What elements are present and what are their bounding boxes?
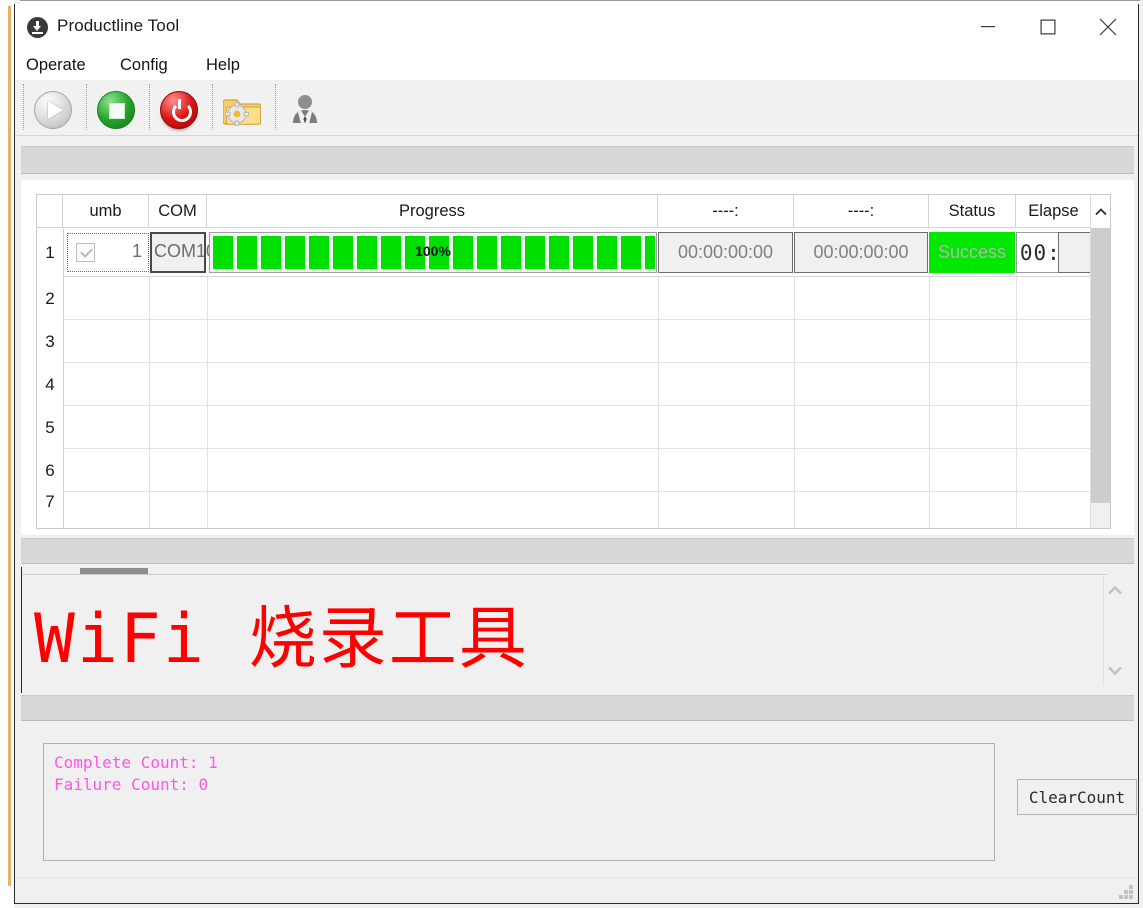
folder-gear-icon xyxy=(223,91,261,129)
close-button[interactable] xyxy=(1078,4,1138,50)
banner-panel: WiFi 烧录工具 xyxy=(21,567,1134,693)
menu-item-config[interactable]: Config xyxy=(115,54,173,77)
menu-item-help[interactable]: Help xyxy=(201,54,245,77)
row-1-com-cell[interactable]: COM10 xyxy=(150,232,206,273)
download-circle-icon xyxy=(27,17,48,38)
banner-hscroll-thumb[interactable] xyxy=(80,568,148,574)
column-header-com[interactable]: COM xyxy=(149,195,207,227)
maximize-button[interactable] xyxy=(1018,4,1078,50)
row-1-number-cell[interactable]: 1 xyxy=(67,233,149,272)
progress-percent-label: 100% xyxy=(210,243,656,259)
banner-text: WiFi 烧录工具 xyxy=(34,583,529,682)
stop-button[interactable] xyxy=(84,80,147,135)
table-row[interactable] xyxy=(63,320,1110,363)
column-header-progress[interactable]: Progress xyxy=(207,195,658,227)
clear-count-button[interactable]: ClearCount xyxy=(1017,779,1137,815)
column-header-number[interactable]: umb xyxy=(63,195,149,227)
grid-column-divider xyxy=(658,277,659,529)
row-1-number-value: 1 xyxy=(132,241,142,262)
table-row[interactable] xyxy=(63,449,1110,492)
menu-bar: Operate Config Help xyxy=(15,51,1138,80)
row-number-3: 3 xyxy=(37,320,63,363)
settings-button[interactable] xyxy=(210,80,273,135)
banner-vertical-scrollbar[interactable] xyxy=(1103,576,1125,686)
grid-column-divider xyxy=(207,277,208,529)
row-number-5: 5 xyxy=(37,406,63,449)
row-1-status-badge: Success xyxy=(929,232,1015,273)
main-window: Productline Tool Operate Config Help xyxy=(14,4,1139,904)
row-number-2: 2 xyxy=(37,277,63,320)
row-1-start-time[interactable]: 00:00:00:00 xyxy=(658,232,793,273)
power-icon xyxy=(160,91,198,129)
power-button[interactable] xyxy=(147,80,210,135)
toolbar xyxy=(15,80,1138,136)
app-screenshot: Productline Tool Operate Config Help xyxy=(0,0,1143,908)
count-log-textarea[interactable]: Complete Count: 1 Failure Count: 0 xyxy=(43,743,995,861)
minimize-button[interactable] xyxy=(958,4,1018,50)
device-table-panel: umb COM Progress ----: ----: Status Elap… xyxy=(21,180,1134,535)
chevron-down-icon[interactable] xyxy=(1108,662,1122,680)
banner-horizontal-scrollbar[interactable] xyxy=(22,567,1107,575)
window-title: Productline Tool xyxy=(57,16,179,36)
table-row[interactable] xyxy=(63,406,1110,449)
grid-column-divider xyxy=(929,277,930,529)
device-grid[interactable]: umb COM Progress ----: ----: Status Elap… xyxy=(36,194,1111,529)
table-row[interactable] xyxy=(63,492,1110,529)
grid-column-divider xyxy=(794,277,795,529)
row-number-4: 4 xyxy=(37,363,63,406)
log-panel: Complete Count: 1 Failure Count: 0 xyxy=(21,722,1134,882)
row-1-end-time[interactable]: 00:00:00:00 xyxy=(794,232,928,273)
table-row[interactable] xyxy=(63,363,1110,406)
column-header-start-time[interactable]: ----: xyxy=(658,195,794,227)
row-number-7: 7 xyxy=(37,492,63,529)
title-bar: Productline Tool xyxy=(15,4,1138,51)
row-1-progress-bar: 100% xyxy=(209,232,657,273)
column-header-end-time[interactable]: ----: xyxy=(794,195,929,227)
grid-corner-cell xyxy=(37,195,63,227)
chevron-up-icon[interactable] xyxy=(1108,582,1122,600)
row-number-1: 1 xyxy=(37,228,63,277)
row-number-6: 6 xyxy=(37,449,63,492)
resize-grip-icon[interactable] xyxy=(1119,885,1133,899)
row-select-checkbox[interactable] xyxy=(76,243,95,262)
grid-scrollbar-thumb[interactable] xyxy=(1091,228,1111,503)
splitter-top[interactable] xyxy=(21,146,1134,174)
row-1-com-value: COM10 xyxy=(154,241,216,262)
column-header-status[interactable]: Status xyxy=(929,195,1016,227)
column-header-elapse[interactable]: Elapse xyxy=(1016,195,1092,227)
splitter-middle[interactable] xyxy=(21,538,1134,564)
stop-icon xyxy=(97,91,135,129)
menu-item-operate[interactable]: Operate xyxy=(21,54,91,77)
grid-header: umb COM Progress ----: ----: Status Elap… xyxy=(37,195,1110,228)
play-icon xyxy=(34,91,72,129)
grid-vertical-scrollbar[interactable] xyxy=(1090,195,1110,528)
table-row[interactable] xyxy=(63,277,1110,320)
user-icon xyxy=(286,91,324,129)
splitter-bottom[interactable] xyxy=(21,695,1134,721)
user-button[interactable] xyxy=(273,80,336,135)
start-button[interactable] xyxy=(21,80,84,135)
chevron-up-icon[interactable] xyxy=(1091,195,1111,228)
grid-column-divider xyxy=(1016,277,1017,529)
status-bar xyxy=(16,877,1137,903)
grid-column-divider xyxy=(149,277,150,529)
